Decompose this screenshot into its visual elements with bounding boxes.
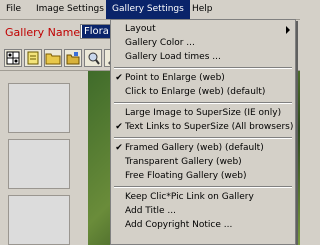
menu-item-gallery-load-times[interactable]: Gallery Load times ...: [111, 51, 295, 64]
menu-item-large-image-supersize[interactable]: Large Image to SuperSize (IE only): [111, 107, 295, 120]
menu-item-point-to-enlarge[interactable]: ✔ Point to Enlarge (web): [111, 72, 295, 85]
menu-item-label: Text Links to SuperSize (All browsers): [125, 122, 294, 132]
menu-item-label: Add Copyright Notice ...: [125, 220, 233, 230]
menu-item-layout[interactable]: Layout: [111, 23, 295, 36]
menu-item-label: Free Floating Gallery (web): [125, 171, 247, 181]
menu-image-settings[interactable]: Image Settings: [30, 0, 110, 19]
menu-item-label: Gallery Color ...: [125, 38, 195, 48]
menu-item-transparent-gallery[interactable]: Transparent Gallery (web): [111, 156, 295, 169]
menu-item-text-links-supersize[interactable]: ✔ Text Links to SuperSize (All browsers): [111, 121, 295, 134]
new-page-icon[interactable]: [24, 49, 42, 67]
menu-item-label: Gallery Load times ...: [125, 52, 221, 62]
menu-item-label: Transparent Gallery (web): [125, 157, 242, 167]
menu-item-label: Framed Gallery (web) (default): [125, 143, 264, 153]
gallery-settings-menu: Layout Gallery Color ... Gallery Load ti…: [110, 19, 296, 245]
menu-bar: File Image Settings Gallery Settings Hel…: [0, 0, 300, 20]
menu-help[interactable]: Help: [186, 0, 219, 19]
menu-item-label: Large Image to SuperSize (IE only): [125, 108, 282, 118]
menu-item-label: Keep Clic*Pic Link on Gallery: [125, 192, 254, 202]
menu-item-label: Add Title ...: [125, 206, 177, 216]
menu-gallery-settings[interactable]: Gallery Settings: [106, 0, 190, 19]
menu-separator: [114, 186, 292, 188]
menu-item-label: Click to Enlarge (web) (default): [125, 87, 266, 97]
menu-item-gallery-color[interactable]: Gallery Color ...: [111, 37, 295, 50]
menu-item-label: Point to Enlarge (web): [125, 73, 225, 83]
check-icon: ✔: [115, 122, 123, 132]
menu-item-label: Layout: [125, 24, 156, 34]
menu-item-add-title[interactable]: Add Title ...: [111, 205, 295, 218]
gallery-name-value: Flora: [82, 25, 111, 38]
check-icon: ✔: [115, 73, 123, 83]
menu-item-click-to-enlarge[interactable]: Click to Enlarge (web) (default): [111, 86, 295, 99]
menu-file[interactable]: File: [0, 0, 27, 19]
open-folder-icon[interactable]: [44, 49, 62, 67]
menu-separator: [114, 67, 292, 69]
grid-icon[interactable]: [4, 49, 22, 67]
menu-item-framed-gallery[interactable]: ✔ Framed Gallery (web) (default): [111, 142, 295, 155]
menu-separator: [114, 137, 292, 139]
image-icon[interactable]: [84, 49, 102, 67]
gallery-name-label: Gallery Name:: [5, 26, 84, 39]
check-icon: ✔: [115, 143, 123, 153]
thumbnail-slot[interactable]: [8, 195, 70, 245]
menu-item-keep-clicpic-link[interactable]: Keep Clic*Pic Link on Gallery: [111, 191, 295, 204]
menu-item-free-floating-gallery[interactable]: Free Floating Gallery (web): [111, 170, 295, 183]
menu-separator: [114, 102, 292, 104]
menu-item-add-copyright[interactable]: Add Copyright Notice ...: [111, 219, 295, 232]
thumbnail-slot[interactable]: [8, 139, 70, 189]
save-icon[interactable]: [64, 49, 82, 67]
submenu-arrow-icon: [286, 26, 290, 34]
thumbnail-slot[interactable]: [8, 83, 70, 133]
